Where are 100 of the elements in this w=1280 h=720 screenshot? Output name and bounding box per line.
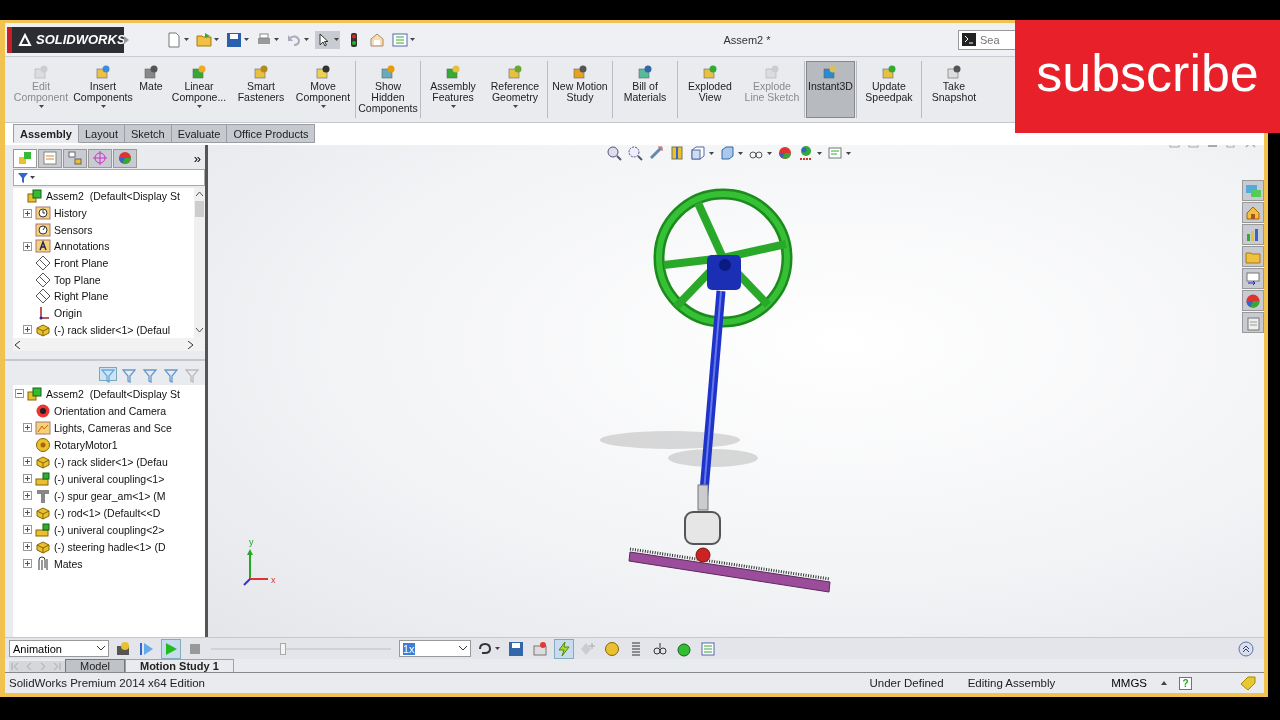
- task-pane-button[interactable]: [1242, 290, 1264, 311]
- tree-item[interactable]: Assem2 (Default<Display St: [13, 385, 205, 402]
- panel-tab[interactable]: [13, 148, 37, 168]
- heads-up-button[interactable]: [777, 145, 793, 161]
- heads-up-button[interactable]: [798, 145, 822, 161]
- subassembly-icon: [35, 521, 51, 538]
- slider-thumb[interactable]: [280, 642, 286, 655]
- subscribe-banner[interactable]: subscribe: [1015, 20, 1280, 133]
- task-pane-button[interactable]: [1242, 268, 1264, 289]
- property-sheet-icon: [42, 150, 58, 166]
- tree-item[interactable]: Assem2 (Default<Display St: [13, 188, 194, 205]
- filter-button[interactable]: [120, 367, 138, 381]
- tool-icon: [637, 64, 653, 80]
- ribbon-button[interactable]: Update Speedpak: [857, 61, 920, 118]
- heads-up-button[interactable]: [669, 145, 685, 161]
- expand-icon[interactable]: [23, 423, 32, 432]
- ribbon-tab[interactable]: Sketch: [125, 124, 172, 143]
- tool-icon: [143, 64, 159, 80]
- tree-item[interactable]: Lights, Cameras and Sce: [13, 419, 205, 436]
- expand-icon[interactable]: [23, 508, 32, 517]
- collapse-panel-button[interactable]: [1236, 638, 1256, 659]
- expand-icon[interactable]: [23, 325, 32, 335]
- ribbon-button[interactable]: Instant3D: [806, 61, 855, 118]
- tree-item[interactable]: (-) steering hadle<1> (D: [13, 538, 205, 555]
- heads-up-button[interactable]: [827, 145, 851, 161]
- tree-item[interactable]: Front Plane: [13, 254, 194, 272]
- filter-field[interactable]: [13, 169, 205, 186]
- ribbon-button[interactable]: New Motion Study: [549, 61, 611, 118]
- tree-item[interactable]: (-) rod<1> (Default<<D: [13, 504, 205, 521]
- tree-item[interactable]: Annotations: [13, 238, 194, 255]
- scrollbar-icon[interactable]: [194, 188, 205, 338]
- expand-icon[interactable]: [23, 208, 32, 218]
- speed-dropdown[interactable]: 1x: [399, 640, 471, 657]
- heads-up-button[interactable]: [719, 145, 743, 161]
- tree-item[interactable]: Right Plane: [13, 288, 194, 305]
- play-button[interactable]: [161, 638, 181, 659]
- ribbon-button[interactable]: Mate: [134, 61, 168, 118]
- panel-tab[interactable]: [38, 148, 62, 168]
- expand-icon[interactable]: [23, 525, 32, 534]
- ribbon-button[interactable]: Linear Compone...: [168, 61, 230, 118]
- expand-icon[interactable]: [23, 474, 32, 483]
- panel-tab[interactable]: [113, 148, 137, 168]
- expand-panel-button[interactable]: »: [193, 150, 201, 166]
- task-pane-button[interactable]: [1242, 224, 1264, 245]
- task-pane-button[interactable]: [1242, 312, 1264, 333]
- task-pane-button[interactable]: [1242, 246, 1264, 267]
- expand-icon[interactable]: [23, 457, 32, 466]
- ribbon-tab[interactable]: Assembly: [13, 124, 79, 143]
- tree-item[interactable]: (-) rack slider<1> (Defaul: [13, 321, 194, 338]
- ribbon-tab[interactable]: Evaluate: [171, 124, 228, 143]
- cursor-button[interactable]: [315, 30, 340, 49]
- ribbon-button[interactable]: Bill of Materials: [614, 61, 676, 118]
- ribbon-button[interactable]: Take Snapshot: [922, 61, 985, 118]
- expand-icon[interactable]: [23, 241, 32, 251]
- study-tab[interactable]: Model: [65, 659, 125, 672]
- tree-item[interactable]: Origin: [13, 304, 194, 322]
- tree-item[interactable]: History: [13, 204, 194, 222]
- heads-up-button[interactable]: [690, 145, 714, 161]
- tree-item[interactable]: Mates: [13, 555, 205, 572]
- heads-up-button[interactable]: [627, 145, 643, 161]
- horizontal-scrollbar[interactable]: [13, 338, 205, 351]
- expand-icon[interactable]: [23, 542, 32, 551]
- tree-item[interactable]: (-) univeral coupling<1>: [13, 470, 205, 487]
- heads-up-button[interactable]: [606, 145, 622, 161]
- tree-item[interactable]: (-) spur gear_am<1> (M: [13, 487, 205, 504]
- save-button[interactable]: [225, 30, 250, 49]
- filter-button[interactable]: [162, 367, 180, 381]
- tree-item[interactable]: Orientation and Camera: [13, 402, 205, 419]
- tree-item[interactable]: Top Plane: [13, 271, 194, 289]
- search-field[interactable]: Sea: [958, 29, 1018, 50]
- study-type-dropdown[interactable]: Animation: [9, 640, 109, 657]
- tree-item[interactable]: RotaryMotor1: [13, 436, 205, 453]
- ribbon-button[interactable]: Show Hidden Components: [357, 61, 419, 118]
- ribbon-tab[interactable]: Layout: [79, 124, 125, 143]
- folder-button[interactable]: [195, 30, 220, 49]
- expand-icon[interactable]: [23, 491, 32, 500]
- panel-tab[interactable]: [88, 148, 112, 168]
- filter-button[interactable]: [99, 367, 117, 381]
- ribbon-button[interactable]: Assembly Features: [422, 61, 484, 118]
- panel-tab[interactable]: [63, 148, 87, 168]
- filter-button[interactable]: [141, 367, 159, 381]
- caret-icon: [495, 647, 500, 650]
- ribbon-button[interactable]: Insert Components: [72, 61, 134, 118]
- collapse-icon[interactable]: [15, 389, 24, 398]
- ribbon-button[interactable]: Smart Fasteners: [230, 61, 292, 118]
- tree-item[interactable]: Sensors: [13, 221, 194, 238]
- ribbon-button[interactable]: Exploded View: [679, 61, 741, 118]
- ribbon-button[interactable]: Reference Geometry: [484, 61, 546, 118]
- units-button[interactable]: MMGS: [1111, 677, 1147, 689]
- study-tab[interactable]: Motion Study 1: [124, 659, 234, 672]
- task-pane-button[interactable]: [1242, 180, 1264, 201]
- task-pane-button[interactable]: [1242, 202, 1264, 223]
- ribbon-tab[interactable]: Office Products: [227, 124, 316, 143]
- list-button[interactable]: [391, 30, 416, 49]
- expand-icon[interactable]: [23, 559, 32, 568]
- ribbon-button[interactable]: Move Component: [292, 61, 354, 118]
- tree-item[interactable]: (-) univeral coupling<2>: [13, 521, 205, 538]
- filter-icon: [143, 369, 157, 383]
- document-button[interactable]: [165, 30, 190, 49]
- tree-item[interactable]: (-) rack slider<1> (Defau: [13, 453, 205, 470]
